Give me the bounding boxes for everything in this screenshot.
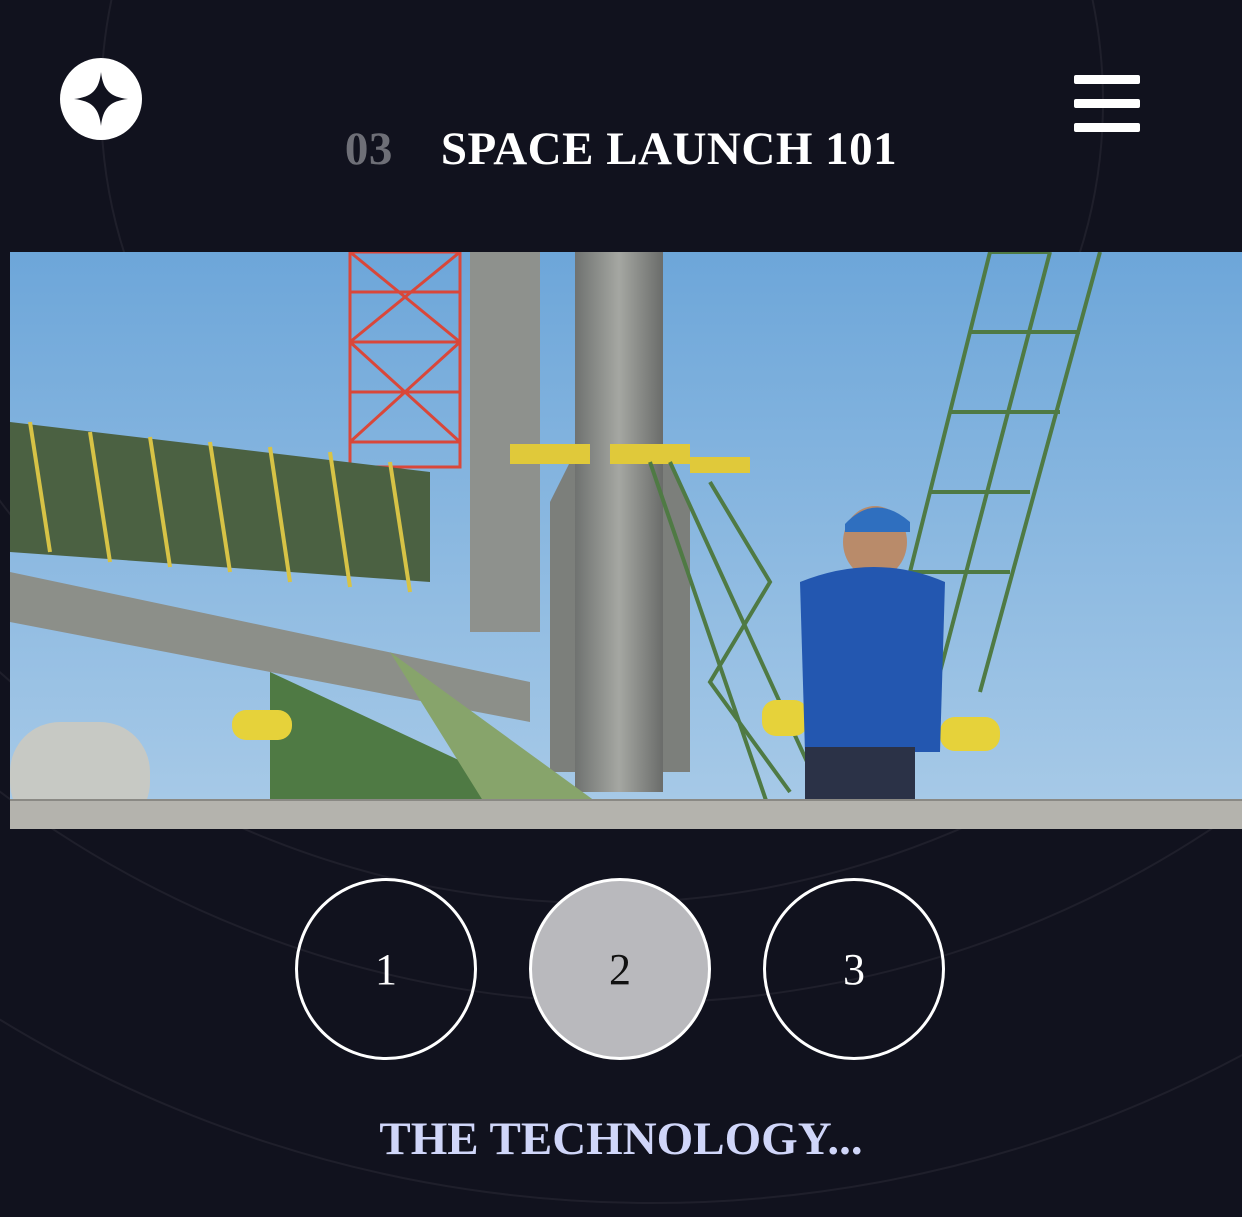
page-heading: 03 SPACE LAUNCH 101 xyxy=(0,122,1242,176)
step-button-3[interactable]: 3 xyxy=(763,878,945,1060)
terminology-label: THE TECHNOLOGY... xyxy=(379,1113,863,1165)
step-button-2[interactable]: 2 xyxy=(529,878,711,1060)
four-point-star-icon xyxy=(74,72,128,126)
step-button-1[interactable]: 1 xyxy=(295,878,477,1060)
launch-vehicle-photo xyxy=(10,252,1242,829)
page-title: SPACE LAUNCH 101 xyxy=(440,123,898,175)
page-number: 03 xyxy=(344,123,393,175)
